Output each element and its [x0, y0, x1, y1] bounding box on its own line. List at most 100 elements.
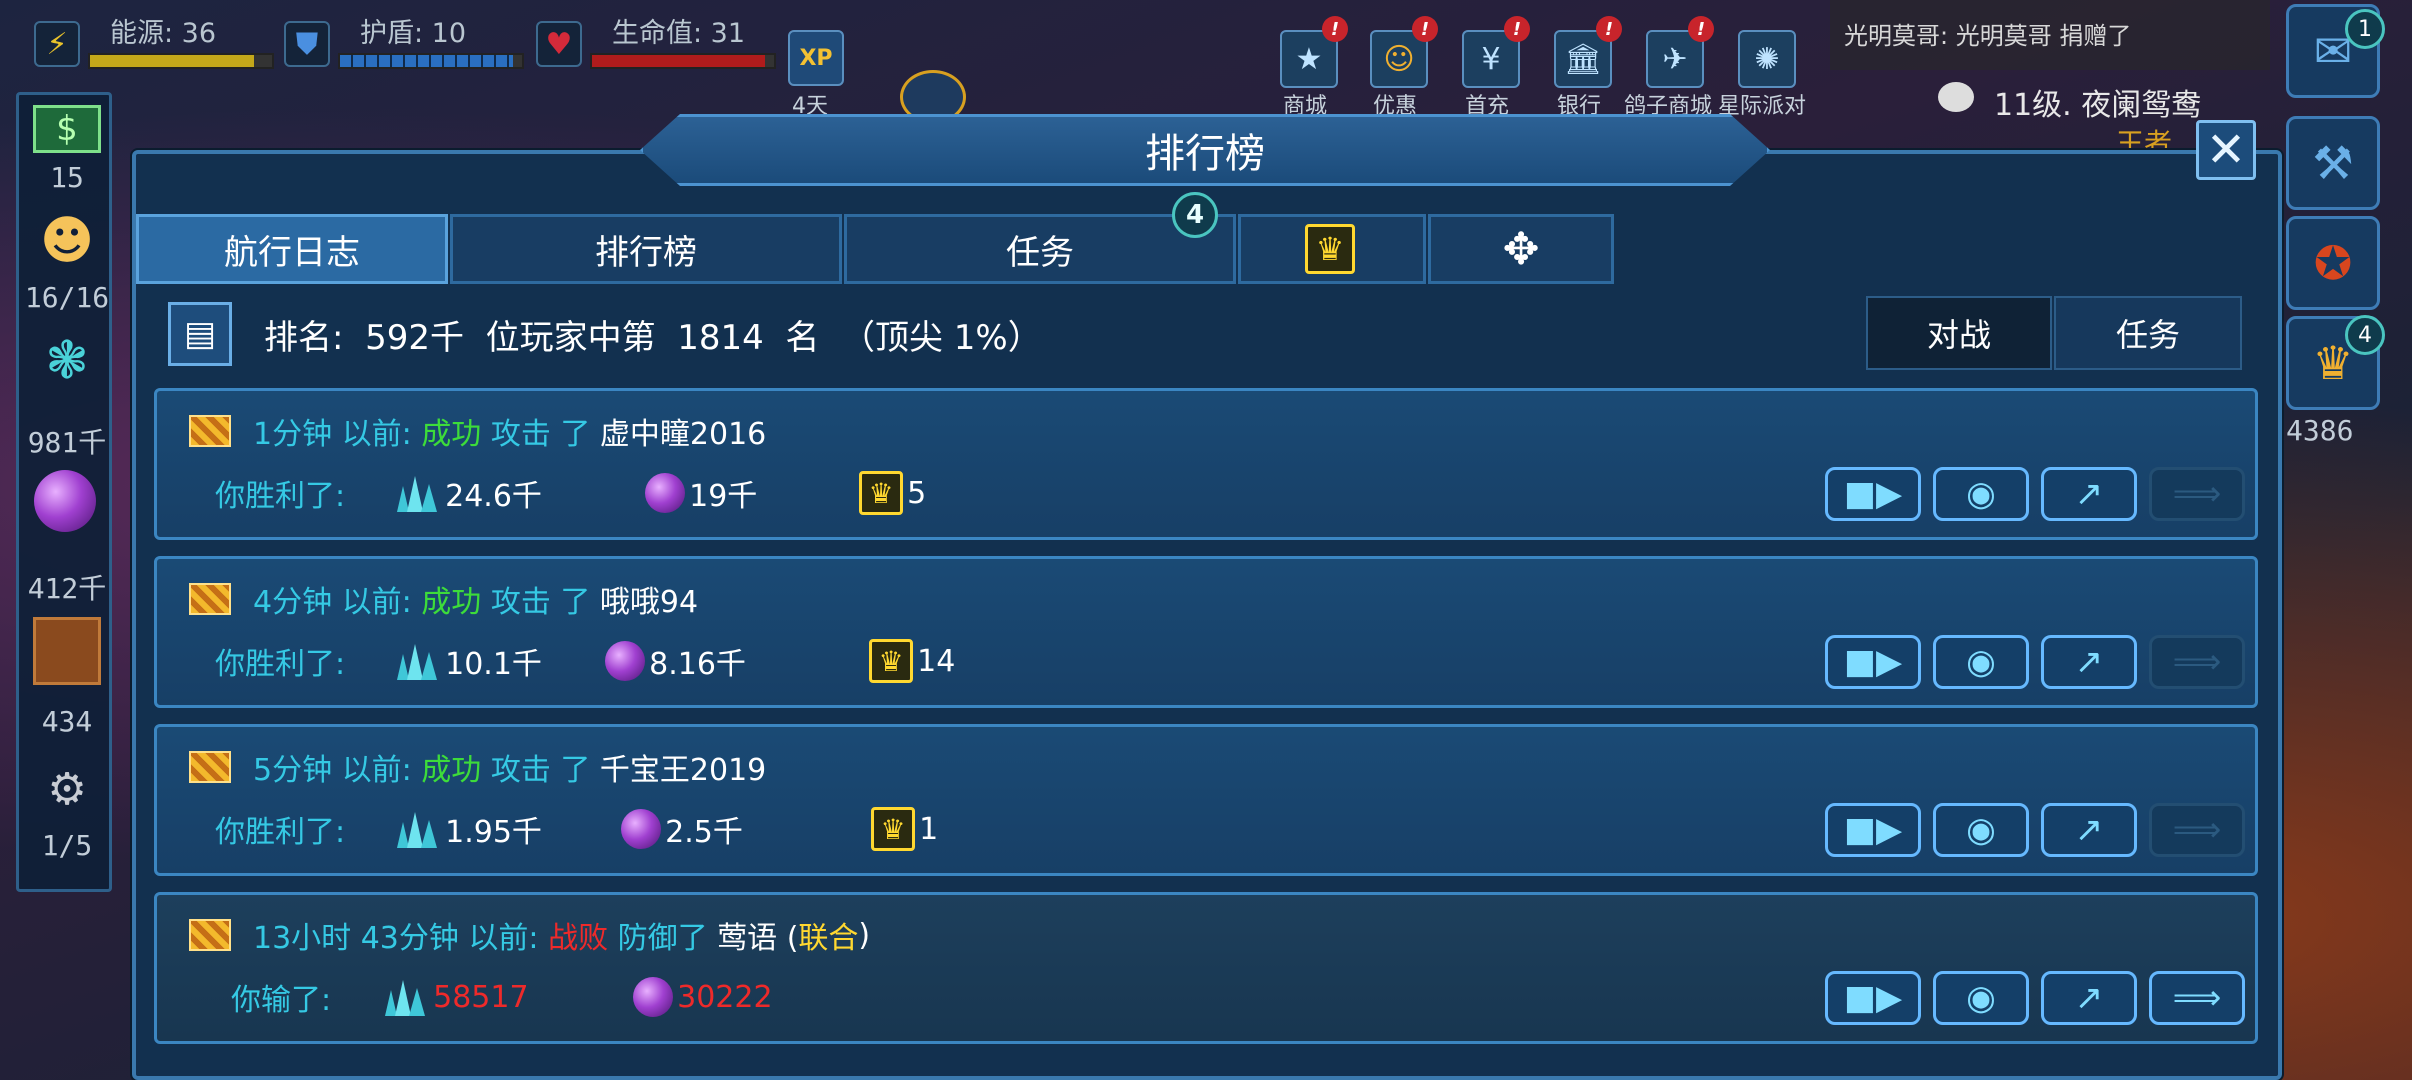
shield-bar	[338, 53, 524, 69]
left-sidebar: $ 15 ☻ 16/16 ❃ 981千 412千 434 ⚙ 1/5	[16, 92, 112, 892]
trophy-count: 4386	[2286, 414, 2354, 447]
entry-crystals: 58517	[433, 979, 529, 1015]
crystal-icon[interactable]: ❃	[33, 327, 101, 395]
cash-icon[interactable]: $	[33, 105, 101, 153]
ship-gear-icon[interactable]: ⚙	[33, 755, 101, 823]
entry-outcome: 你胜利了:	[215, 815, 346, 850]
pigeon-shop-button[interactable]: ✈!	[1646, 16, 1714, 88]
entry-player[interactable]: 莺语 (	[717, 913, 798, 957]
entry-alliance: 联合	[798, 921, 859, 956]
alert-icon: !	[1504, 16, 1530, 42]
entry-orbs: 8.16千	[649, 647, 746, 682]
share-button[interactable]: ↗	[2041, 971, 2137, 1025]
chat-player-line: 11级. 夜阑鸳鸯	[1994, 88, 2202, 123]
hammer-icon: ⚒	[2312, 136, 2354, 190]
tab-logbook[interactable]: 航行日志	[136, 214, 448, 284]
entry-time: 4分钟 以前:	[253, 585, 412, 620]
shield-icon: ⛊	[284, 21, 330, 67]
replay-button[interactable]: ■▶	[1825, 467, 1921, 521]
view-button[interactable]: ◉	[1933, 467, 2029, 521]
rank-row: ▤ 排名: 592千 位玩家中第 1814 名 （顶尖 1%）	[168, 302, 1042, 366]
view-button[interactable]: ◉	[1933, 635, 2029, 689]
close-icon: ✕	[2205, 122, 2247, 178]
trophy-badge: 4	[2345, 315, 2385, 355]
revenge-button[interactable]: ⟹	[2149, 467, 2245, 521]
deals-button[interactable]: ☺!	[1370, 16, 1438, 88]
alliance-button[interactable]: ✪	[2286, 216, 2380, 310]
crystal-icon	[397, 476, 438, 512]
alert-icon: !	[1688, 16, 1714, 42]
shop-button[interactable]: ★!	[1280, 16, 1348, 88]
orb-icon	[621, 809, 662, 849]
crate-icon[interactable]	[33, 617, 101, 685]
chat-button[interactable]: ✉ 1	[2286, 4, 2385, 98]
tab-leaderboard[interactable]: 排行榜	[450, 214, 842, 284]
ship-count: 1/5	[41, 829, 93, 862]
trophy-button[interactable]: ♛ 4	[2286, 315, 2385, 410]
video-icon: ■▶	[1843, 978, 1903, 1018]
view-button[interactable]: ◉	[1933, 803, 2029, 857]
document-icon[interactable]: ▤	[168, 302, 232, 366]
share-button[interactable]: ↗	[2041, 635, 2137, 689]
entry-player[interactable]: 虚中瞳2016	[600, 409, 766, 453]
crew-count: 16/16	[24, 281, 110, 314]
revenge-button[interactable]: ⟹	[2149, 971, 2245, 1025]
party-button[interactable]: ✺	[1738, 30, 1796, 88]
entry-orbs: 2.5千	[665, 815, 743, 850]
chat-box[interactable]: 光明莫哥: 光明莫哥 捐赠了	[1830, 0, 2270, 70]
first-charge-button[interactable]: ¥!	[1462, 16, 1530, 88]
orb-icon[interactable]	[33, 467, 101, 535]
entry-player[interactable]: 千宝王2019	[600, 745, 766, 789]
player-avatar	[1938, 82, 1974, 112]
entry-outcome: 你胜利了:	[215, 479, 346, 514]
lightning-icon: ⚡	[34, 21, 80, 67]
health-label: 生命值: 31	[612, 18, 746, 49]
replay-button[interactable]: ■▶	[1825, 635, 1921, 689]
cash-count: 15	[50, 161, 84, 194]
entry-action: 攻击 了	[490, 585, 591, 620]
heart-icon: ♥	[536, 21, 582, 67]
eye-icon: ◉	[1966, 810, 1996, 850]
chat-badge: 1	[2345, 9, 2385, 49]
filter-battle[interactable]: 对战	[1866, 296, 2052, 370]
health-stat: ♥ 生命值: 31	[536, 14, 776, 74]
energy-bar	[88, 53, 274, 69]
replay-button[interactable]: ■▶	[1825, 971, 1921, 1025]
revenge-button[interactable]: ⟹	[2149, 635, 2245, 689]
entry-orbs: 19千	[689, 479, 758, 514]
sword-icon: ⟹	[2172, 978, 2222, 1018]
replay-button[interactable]: ■▶	[1825, 803, 1921, 857]
bank-button[interactable]: 🏛!	[1554, 16, 1622, 88]
alert-icon: !	[1322, 16, 1348, 42]
share-button[interactable]: ↗	[2041, 467, 2137, 521]
tab-trophy[interactable]: ♛	[1238, 214, 1426, 284]
map-icon	[189, 583, 231, 615]
view-button[interactable]: ◉	[1933, 971, 2029, 1025]
trophy-icon: ♛	[869, 639, 914, 683]
close-button[interactable]: ✕	[2196, 120, 2256, 180]
entry-trophies: 1	[919, 811, 939, 847]
alert-icon: !	[1596, 16, 1622, 42]
sword-icon: ⟹	[2172, 474, 2222, 514]
orb-icon	[633, 977, 674, 1017]
map-icon	[189, 751, 231, 783]
map-icon	[189, 919, 231, 951]
xp-icon[interactable]: XP	[788, 30, 844, 86]
entry-result: 成功	[421, 417, 482, 452]
crystal-icon	[397, 644, 438, 680]
entry-result: 战败	[548, 921, 609, 956]
orb-count: 412千	[27, 572, 107, 605]
panel-title: 排行榜	[640, 114, 1770, 186]
log-entry: 5分钟 以前: 成功 攻击 了 千宝王2019 你胜利了: 1.95千 2.5千…	[154, 724, 2258, 876]
entry-time: 1分钟 以前:	[253, 417, 412, 452]
crystal-icon	[385, 980, 426, 1016]
share-button[interactable]: ↗	[2041, 803, 2137, 857]
entry-player[interactable]: 哦哦94	[600, 577, 698, 621]
build-button[interactable]: ⚒	[2286, 116, 2380, 210]
crew-icon[interactable]: ☻	[33, 207, 101, 275]
filter-tasks[interactable]: 任务	[2054, 296, 2242, 370]
tab-arrows[interactable]: ✥	[1428, 214, 1614, 284]
entry-orbs: 30222	[677, 979, 773, 1015]
revenge-button[interactable]: ⟹	[2149, 803, 2245, 857]
bank-icon: 🏛	[1563, 41, 1603, 77]
